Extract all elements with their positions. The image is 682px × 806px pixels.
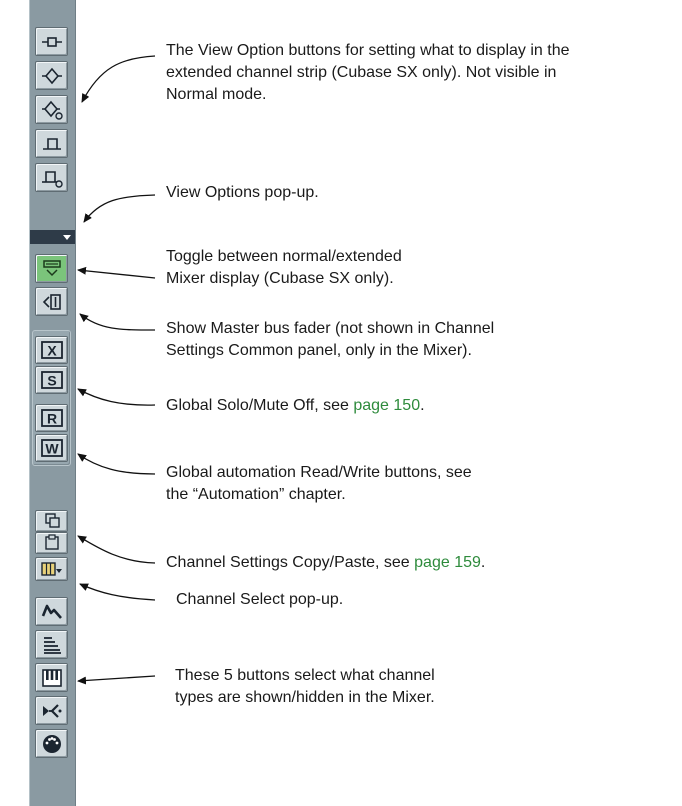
label-view-options-popup: View Options pop-up.	[166, 184, 319, 201]
arrow-view-options-popup	[83, 194, 156, 223]
page-150-link[interactable]: page 150	[353, 397, 420, 414]
arrow-global-automation	[77, 453, 156, 475]
label-copy-paste: Channel Settings Copy/Paste, see page 15…	[166, 554, 486, 571]
label-channel-types: These 5 buttons select what channel type…	[175, 667, 435, 706]
arrow-global-solo-mute	[77, 388, 156, 406]
page-159-link[interactable]: page 159	[414, 554, 481, 571]
label-show-master-bus: Show Master bus fader (not shown in Chan…	[166, 320, 495, 359]
arrow-channel-select	[79, 583, 156, 601]
label-toggle-mixer-display: Toggle between normal/extended Mixer dis…	[166, 248, 402, 287]
label-global-solo-mute: Global Solo/Mute Off, see page 150.	[166, 397, 425, 414]
arrow-master-bus	[79, 313, 156, 331]
arrow-channel-types	[77, 675, 156, 685]
label-view-option-buttons: The View Option buttons for setting what…	[166, 42, 570, 103]
arrow-toggle-mixer	[77, 266, 156, 279]
label-global-automation: Global automation Read/Write buttons, se…	[166, 464, 472, 503]
arrow-copy-paste	[77, 535, 156, 564]
label-channel-select: Channel Select pop-up.	[176, 591, 344, 608]
arrow-view-option-buttons	[81, 55, 156, 103]
